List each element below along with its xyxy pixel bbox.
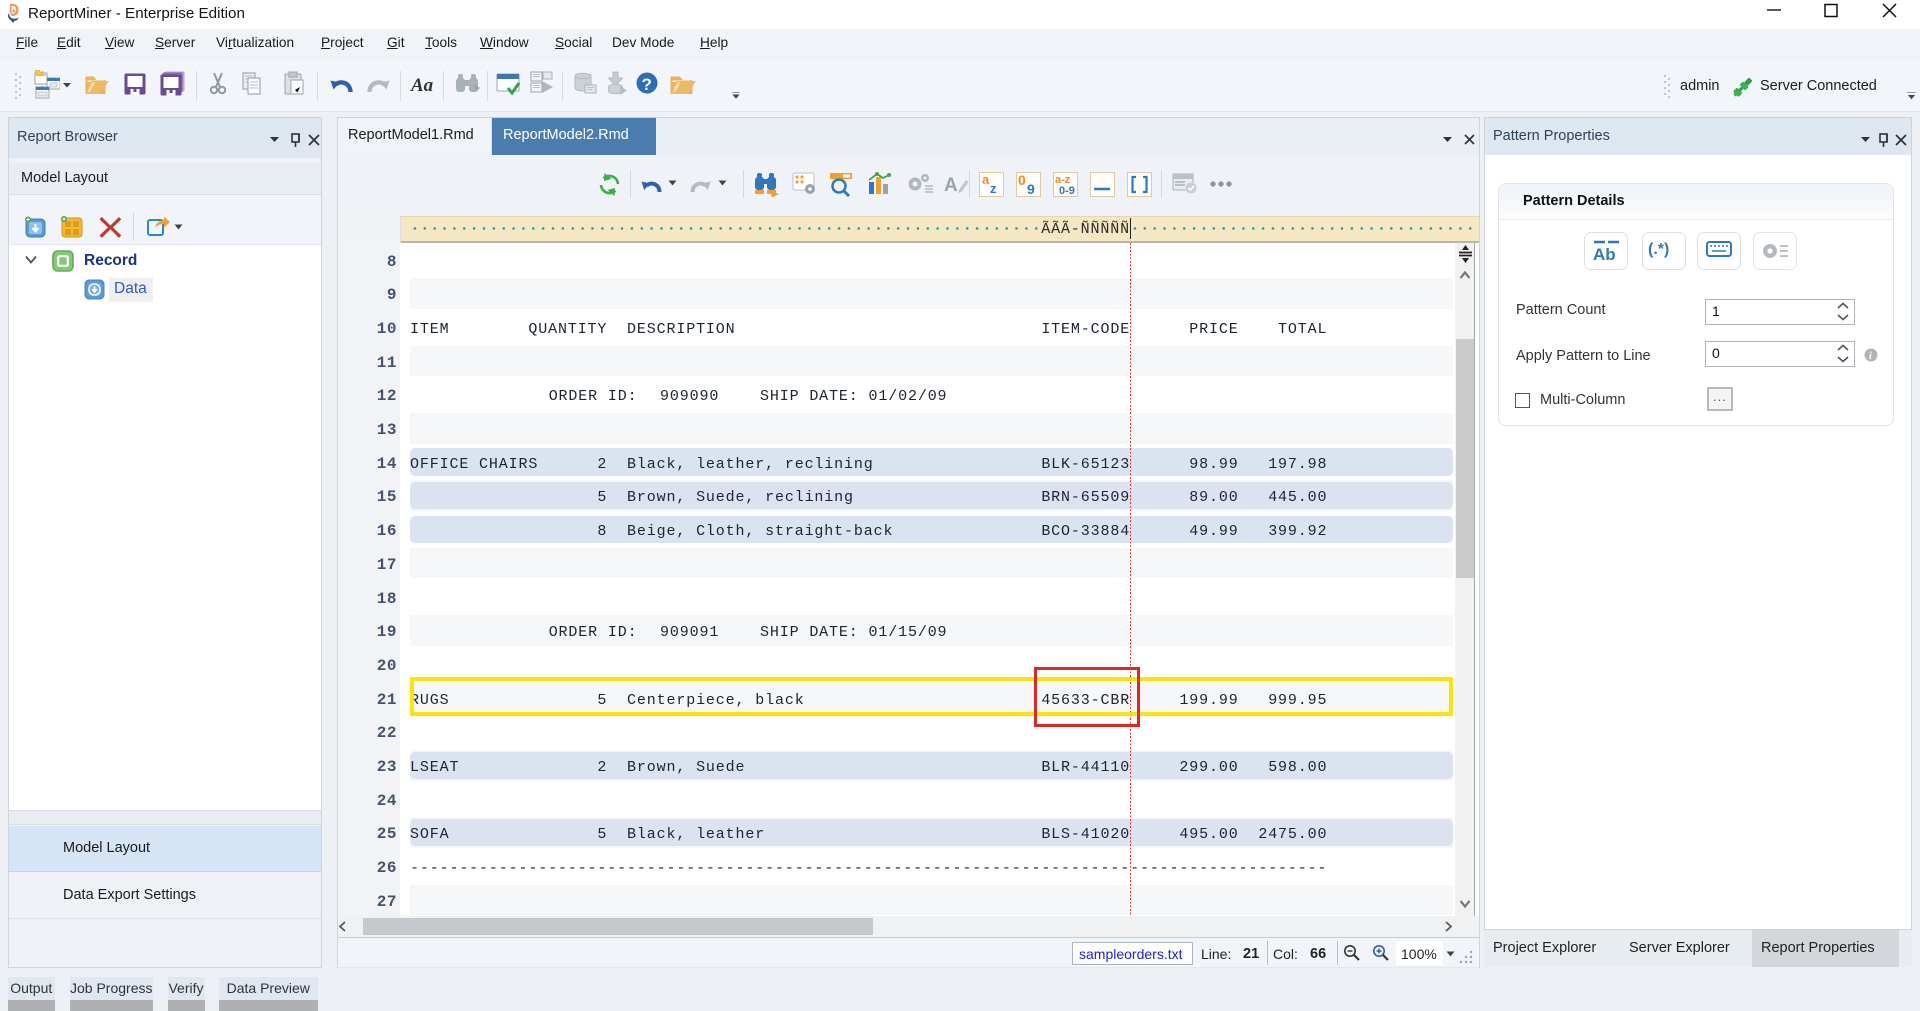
svg-text:?: ? <box>642 75 652 94</box>
svg-text:i: i <box>1869 351 1872 362</box>
svg-text:A: A <box>944 175 958 196</box>
svg-text:a: a <box>982 172 990 187</box>
svg-text:Aa: Aa <box>410 75 434 96</box>
svg-text:0: 0 <box>1018 172 1026 188</box>
svg-text:0-9: 0-9 <box>1059 185 1075 197</box>
svg-text:9: 9 <box>1027 181 1035 197</box>
svg-text:z: z <box>990 181 997 196</box>
svg-text:Ab: Ab <box>1593 245 1616 264</box>
